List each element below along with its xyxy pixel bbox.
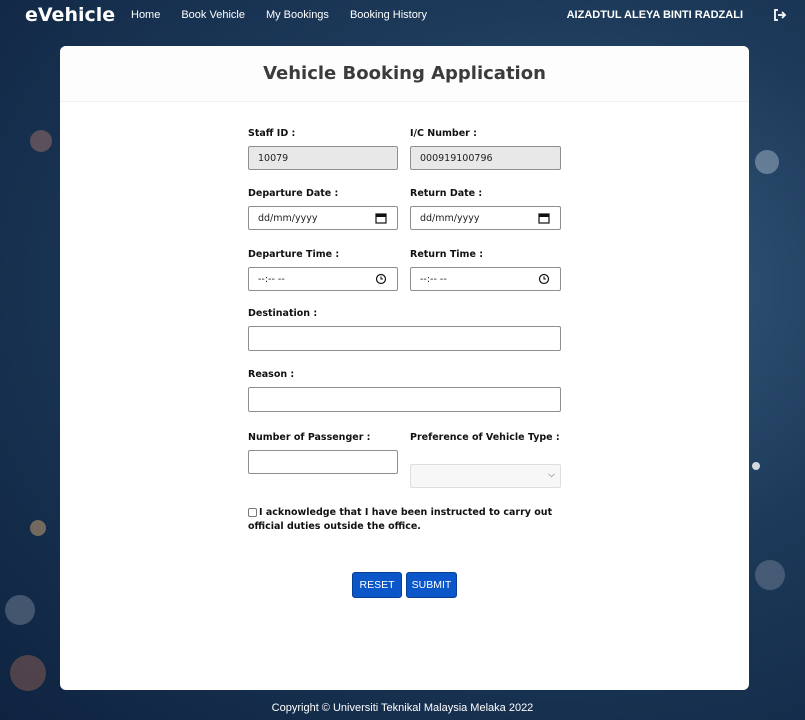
calendar-icon[interactable] — [538, 212, 550, 224]
vehicle-type-select[interactable] — [410, 464, 561, 488]
staff-id-field: 10079 — [248, 146, 398, 170]
reason-input[interactable] — [248, 387, 561, 412]
background-bokeh — [30, 520, 46, 536]
departure-time-input[interactable]: --:-- -- — [248, 267, 398, 291]
clock-icon[interactable] — [538, 273, 550, 285]
nav-booking-history[interactable]: Booking History — [350, 9, 427, 21]
departure-date-value: dd/mm/yyyy — [258, 212, 318, 224]
departure-time-value: --:-- -- — [258, 273, 285, 285]
staff-id-label: Staff ID : — [248, 128, 296, 139]
background-bokeh — [755, 560, 785, 590]
nav-my-bookings[interactable]: My Bookings — [266, 9, 329, 21]
page-title: Vehicle Booking Application — [263, 63, 546, 84]
destination-label: Destination : — [248, 308, 318, 319]
card-header: Vehicle Booking Application — [60, 46, 749, 102]
staff-id-value: 10079 — [258, 152, 289, 164]
ic-number-field: 000919100796 — [410, 146, 561, 170]
departure-date-label: Departure Date : — [248, 188, 339, 199]
clock-icon[interactable] — [375, 273, 387, 285]
ic-number-label: I/C Number : — [410, 128, 477, 139]
sign-out-icon[interactable] — [773, 8, 787, 22]
nav-home[interactable]: Home — [131, 9, 160, 21]
footer-copyright: Copyright © Universiti Teknikal Malaysia… — [271, 702, 534, 714]
nav-links: Home Book Vehicle My Bookings Booking Hi… — [131, 9, 448, 21]
departure-date-input[interactable]: dd/mm/yyyy — [248, 206, 398, 230]
return-time-value: --:-- -- — [420, 273, 447, 285]
submit-button[interactable]: SUBMIT — [406, 572, 457, 598]
top-navbar: eVehicle Home Book Vehicle My Bookings B… — [0, 0, 805, 32]
background-bokeh — [755, 150, 779, 174]
background-bokeh — [30, 130, 52, 152]
nav-book-vehicle[interactable]: Book Vehicle — [181, 9, 245, 21]
passenger-label: Number of Passenger : — [248, 432, 371, 443]
ic-number-value: 000919100796 — [420, 152, 493, 164]
destination-input[interactable] — [248, 326, 561, 351]
calendar-icon[interactable] — [375, 212, 387, 224]
reset-button[interactable]: RESET — [352, 572, 402, 598]
departure-time-label: Departure Time : — [248, 249, 340, 260]
background-bokeh — [5, 595, 35, 625]
return-date-input[interactable]: dd/mm/yyyy — [410, 206, 561, 230]
return-date-value: dd/mm/yyyy — [420, 212, 480, 224]
booking-form-card: Vehicle Booking Application Staff ID : 1… — [60, 46, 749, 690]
vehicle-type-label: Preference of Vehicle Type : — [410, 432, 560, 443]
passenger-input[interactable] — [248, 450, 398, 474]
background-bokeh — [752, 462, 760, 470]
brand-logo[interactable]: eVehicle — [25, 4, 115, 26]
background-bokeh — [10, 655, 46, 691]
return-time-label: Return Time : — [410, 249, 484, 260]
chevron-down-icon — [548, 473, 555, 478]
acknowledge-text: I acknowledge that I have been instructe… — [248, 507, 553, 532]
return-time-input[interactable]: --:-- -- — [410, 267, 561, 291]
reason-label: Reason : — [248, 369, 295, 380]
user-name: AIZADTUL ALEYA BINTI RADZALI — [566, 9, 743, 21]
return-date-label: Return Date : — [410, 188, 483, 199]
